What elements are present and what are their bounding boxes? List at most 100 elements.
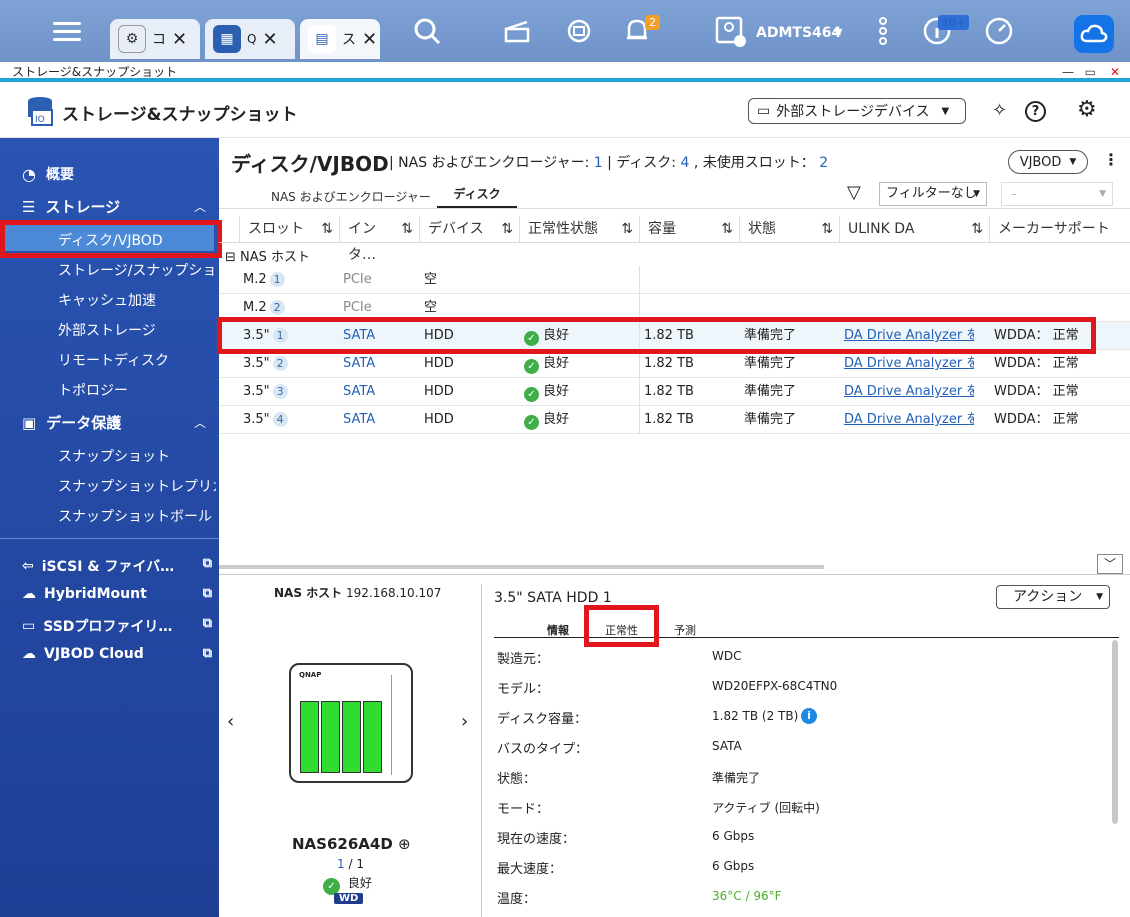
table-row[interactable]: 3.5" 4 SATA HDD ✓ 良好 1.82 TB 準備完了 DA Drive Analy… (219, 406, 1130, 434)
user-icon[interactable] (713, 14, 747, 48)
sidebar-link-vjbod-cloud[interactable]: ☁ VJBOD Cloud ⧉ (22, 646, 212, 662)
settings-icon[interactable]: ⚙ (1077, 97, 1097, 122)
search-icon[interactable] (410, 14, 444, 48)
tab-info[interactable]: 情報 (547, 622, 569, 638)
column-header-interface[interactable]: インタ… ⇅ (339, 216, 419, 263)
media-icon[interactable] (500, 14, 534, 48)
sidebar-item-storage-snapshots[interactable]: ストレージ/スナップショ… (58, 260, 216, 280)
notification-badge: 2 (645, 15, 660, 30)
main-panel: ディスク/VJBOD | NAS およびエンクロージャー: 1 | ディスク: … (219, 138, 1130, 917)
sidebar-item-snapshot-vault[interactable]: スナップショットボールト (58, 506, 216, 526)
column-header-slot[interactable]: スロット ⇅ (239, 216, 339, 242)
device-cell: 空 (424, 272, 438, 287)
field-value: WDC (712, 649, 742, 663)
field-label: バスのタイプ： (497, 742, 589, 757)
field-label: モード： (497, 802, 550, 817)
close-icon[interactable]: ✕ (262, 29, 277, 50)
username[interactable]: ADMTS464 (756, 25, 841, 41)
sidebar-link-ssd-profiling[interactable]: ▭ SSDプロファイリン… ⧉ (22, 616, 212, 636)
drive-bay-2[interactable] (321, 701, 340, 773)
nas-name-text: NAS626A4D (292, 835, 393, 853)
dashboard-icon[interactable] (982, 14, 1016, 48)
action-button[interactable]: アクション ▼ (996, 585, 1110, 609)
collapse-panel-button[interactable]: ﹀ (1097, 554, 1123, 574)
sidebar-label: iSCSI & ファイバー… (41, 559, 182, 575)
chevron-up-icon[interactable]: ︿ (194, 198, 206, 215)
chevron-down-icon: ▼ (973, 189, 980, 199)
chevron-down-icon[interactable]: ▼ (834, 26, 842, 39)
horizontal-scrollbar[interactable] (219, 565, 824, 569)
interface-cell: PCIe (343, 272, 372, 287)
sidebar-item-snapshot[interactable]: スナップショット (58, 446, 216, 466)
help-icon[interactable]: ? (1025, 101, 1046, 122)
nas-health: ✓ 良好 (323, 874, 372, 895)
column-label: スロット (248, 221, 304, 237)
info-icon[interactable]: i (801, 708, 817, 724)
previous-arrow-icon[interactable]: ‹ (227, 711, 234, 732)
filter-select[interactable]: フィルターなし ▼ (879, 182, 987, 206)
chevron-up-icon[interactable]: ︿ (194, 414, 206, 431)
drive-bay-4[interactable] (363, 701, 382, 773)
tab-prediction[interactable]: 予測 (674, 622, 696, 638)
tab-disks[interactable]: ディスク (437, 182, 517, 208)
tab-storage[interactable]: ▤ ス ✕ (300, 19, 380, 59)
column-header-capacity[interactable]: 容量 ⇅ (639, 216, 739, 242)
column-header-support[interactable]: メーカーサポート (989, 216, 1130, 242)
filter-icon[interactable]: ▽ (847, 182, 861, 203)
sidebar-section-data-protection[interactable]: ▣ データ保護 (22, 412, 121, 433)
collapse-icon: ⊟ (225, 250, 236, 265)
sidebar-item-cache[interactable]: キャッシュ加速 (58, 290, 216, 310)
vertical-scrollbar[interactable] (1112, 640, 1118, 824)
tab-qts[interactable]: ▦ Q ✕ (205, 19, 295, 59)
slot-text: M.2 (243, 300, 267, 315)
tab-enclosures[interactable]: NAS およびエンクロージャー (271, 188, 431, 205)
close-icon[interactable]: ✕ (1110, 62, 1120, 82)
column-header-health[interactable]: 正常性状態 ⇅ (519, 216, 639, 242)
sidebar-item-topology[interactable]: トポロジー (58, 380, 216, 400)
table-row[interactable]: 3.5" 2 SATA HDD ✓ 良好 1.82 TB 準備完了 DA Drive Analy… (219, 350, 1130, 378)
column-label: メーカーサポート (998, 221, 1110, 237)
magic-wand-icon[interactable]: ✧ (992, 100, 1007, 121)
ulink-cell[interactable]: DA Drive Analyzer を… (844, 350, 974, 378)
more-icon[interactable]: ⋮ (1103, 150, 1119, 169)
close-icon[interactable]: ✕ (172, 29, 187, 50)
filter-secondary-select[interactable]: - ▼ (1001, 182, 1113, 206)
sidebar-item-remote-disk[interactable]: リモートディスク (58, 350, 216, 370)
drive-bay-3[interactable] (342, 701, 361, 773)
gauge-icon: ◔ (22, 164, 36, 184)
enclosure-count: 1 (593, 155, 603, 171)
cloud-icon[interactable] (1074, 15, 1114, 53)
summary-label: NAS およびエンクロージャー: (398, 155, 590, 171)
tab-control-panel[interactable]: ⚙ コ ✕ (110, 19, 200, 59)
sidebar-link-hybridmount[interactable]: ☁ HybridMount ⧉ (22, 586, 212, 602)
more-icon[interactable] (866, 14, 900, 48)
column-header-ulink[interactable]: ULINK DA ⇅ (839, 216, 989, 242)
sidebar-label: HybridMount (44, 586, 147, 602)
sidebar-link-iscsi[interactable]: ⇦ iSCSI & ファイバー… ⧉ (22, 556, 212, 576)
column-header-status[interactable]: 状態 ⇅ (739, 216, 839, 242)
vjbod-button[interactable]: VJBOD ▼ (1008, 150, 1088, 174)
sidebar-label: SSDプロファイリン… (43, 619, 184, 635)
sync-icon[interactable] (562, 14, 596, 48)
zoom-icon[interactable]: ⊕ (398, 835, 411, 853)
minimize-icon[interactable]: — (1062, 62, 1074, 82)
sidebar-item-external-storage[interactable]: 外部ストレージ (58, 320, 216, 340)
pager: 1 / 1 (337, 857, 364, 871)
ulink-cell[interactable]: DA Drive Analyzer を… (844, 378, 974, 406)
sidebar-item-overview[interactable]: ◔ 概要 (22, 164, 74, 184)
close-icon[interactable]: ✕ (362, 29, 377, 50)
ulink-cell[interactable]: DA Drive Analyzer を… (844, 406, 974, 434)
sidebar-section-storage[interactable]: ☰ ストレージ (22, 196, 120, 217)
external-device-button[interactable]: ▭ 外部ストレージデバイス ▼ (748, 98, 966, 124)
field-value: WD20EFPX-68C4TN0 (712, 679, 838, 693)
field-label: 温度： (497, 892, 537, 907)
column-header-device[interactable]: デバイス ⇅ (419, 216, 519, 242)
sidebar-item-snapshot-replica[interactable]: スナップショットレプリカ (58, 476, 216, 496)
table-row[interactable]: M.2 1 PCIe 空 (219, 266, 1130, 294)
menu-icon[interactable] (50, 14, 84, 48)
group-nas-host[interactable]: ⊟ NAS ホスト (225, 246, 310, 265)
maximize-icon[interactable]: ▭ (1085, 62, 1096, 82)
drive-bay-1[interactable] (300, 701, 319, 773)
table-row[interactable]: 3.5" 3 SATA HDD ✓ 良好 1.82 TB 準備完了 DA Drive Analy… (219, 378, 1130, 406)
next-arrow-icon[interactable]: › (461, 711, 468, 732)
